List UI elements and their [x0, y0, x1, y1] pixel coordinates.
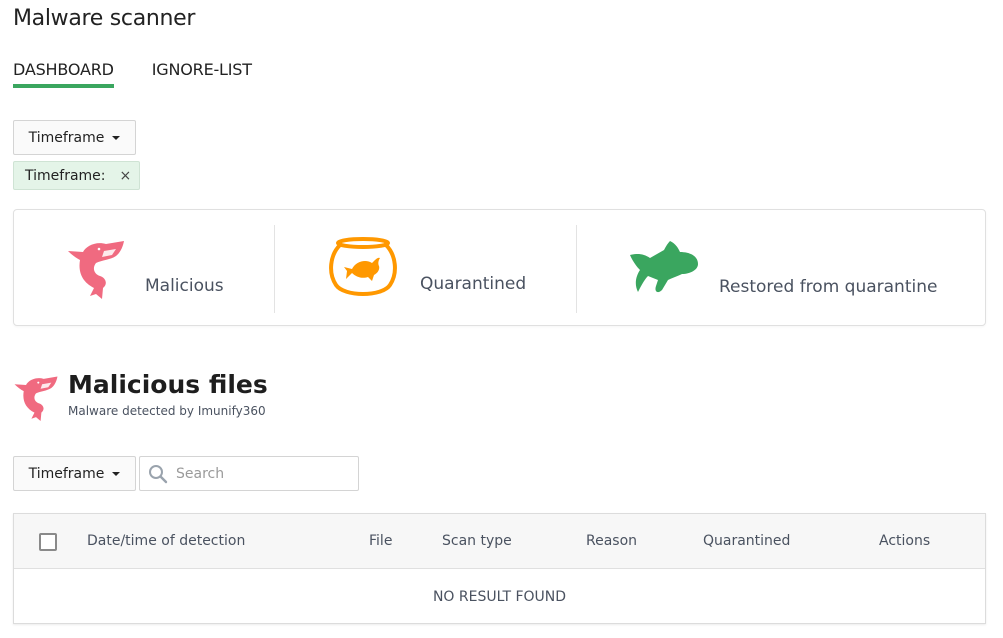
column-header-file[interactable]: File — [369, 533, 392, 549]
empty-state-message: NO RESULT FOUND — [432, 588, 567, 605]
section-title: Malicious files — [68, 370, 268, 399]
stat-restored[interactable]: Restored from quarantine — [577, 210, 985, 325]
column-header-actions: Actions — [879, 533, 931, 549]
fishbowl-icon — [329, 237, 397, 296]
stat-label: Restored from quarantine — [719, 277, 938, 297]
search-input[interactable] — [176, 465, 346, 482]
search-icon — [149, 464, 168, 483]
stat-malicious[interactable]: Malicious — [14, 210, 274, 325]
caret-down-icon — [112, 471, 121, 476]
tab-ignore-list[interactable]: IGNORE-LIST — [152, 60, 252, 88]
timeframe-label: Timeframe — [28, 465, 105, 482]
tab-dashboard[interactable]: DASHBOARD — [13, 60, 114, 88]
select-all-checkbox[interactable] — [39, 533, 57, 551]
section-subtitle: Malware detected by Imunify360 — [68, 404, 266, 418]
stats-card: Malicious Quarantined Restored from quar… — [13, 209, 986, 326]
timeframe-button[interactable]: Timeframe — [13, 456, 136, 491]
column-header-reason[interactable]: Reason — [586, 533, 637, 549]
shark-icon — [68, 241, 124, 299]
search-box — [139, 456, 359, 491]
chip-label: Timeframe: — [25, 167, 106, 184]
shark-icon — [14, 376, 58, 421]
column-header-scan-type[interactable]: Scan type — [442, 533, 512, 549]
timeframe-filter-button[interactable]: Timeframe — [13, 120, 136, 155]
timeframe-filter-label: Timeframe — [28, 129, 105, 146]
table-header: Date/time of detection File Scan type Re… — [14, 514, 985, 569]
stat-label: Quarantined — [420, 274, 527, 294]
close-icon[interactable]: × — [120, 168, 132, 184]
page-title: Malware scanner — [13, 6, 196, 31]
fish-icon — [630, 241, 698, 293]
stat-label: Malicious — [145, 276, 224, 296]
malicious-files-table: Date/time of detection File Scan type Re… — [13, 513, 986, 624]
column-header-date[interactable]: Date/time of detection — [87, 533, 245, 549]
caret-down-icon — [112, 135, 121, 140]
timeframe-filter-chip: Timeframe: × — [13, 161, 140, 190]
tab-bar: DASHBOARD IGNORE-LIST — [13, 60, 252, 88]
column-header-quarantined[interactable]: Quarantined — [703, 533, 790, 549]
stat-quarantined[interactable]: Quarantined — [275, 210, 576, 325]
